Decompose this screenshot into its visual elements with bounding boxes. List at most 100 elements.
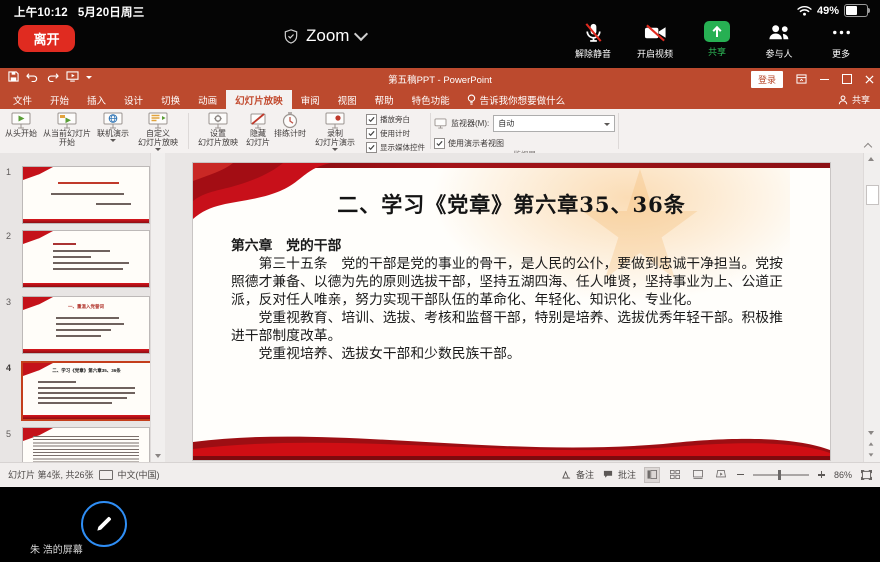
slide-thumbnail-panel: 1 2 3 一、重温入党誓词 4 xyxy=(0,153,166,462)
share-screen-button[interactable]: 共享 xyxy=(686,21,748,58)
redo-icon[interactable] xyxy=(46,71,59,82)
tab-help[interactable]: 帮助 xyxy=(366,90,403,109)
reading-view-button[interactable] xyxy=(691,468,705,482)
tab-file[interactable]: 文件 xyxy=(4,90,41,109)
record-slideshow-button[interactable]: 录制 幻灯片演示 xyxy=(308,111,362,152)
wifi-icon xyxy=(797,5,812,16)
comments-button[interactable]: 批注 xyxy=(603,468,636,481)
checkbox-checked-icon xyxy=(366,142,377,153)
tab-design[interactable]: 设计 xyxy=(115,90,152,109)
custom-slideshow-button[interactable]: 自定义 幻灯片放映 xyxy=(131,111,185,152)
pencil-icon xyxy=(94,514,114,534)
ribbon-share-button[interactable]: 共享 xyxy=(838,90,880,109)
collapse-ribbon-icon[interactable] xyxy=(864,141,872,149)
tab-animations[interactable]: 动画 xyxy=(189,90,226,109)
zoom-in-button[interactable] xyxy=(818,471,825,478)
next-slide-button[interactable] xyxy=(865,450,876,460)
slideshow-view-button[interactable] xyxy=(714,468,728,482)
slide-thumbnail-1[interactable] xyxy=(22,166,150,224)
maximize-button[interactable] xyxy=(842,74,852,84)
ribbon-display-options-icon[interactable] xyxy=(796,74,807,84)
dropdown-arrow-icon xyxy=(110,139,116,142)
slide-thumbnail-4-selected[interactable]: 二、学习《党章》第六章35、36条 xyxy=(21,361,152,421)
zoom-percent[interactable]: 86% xyxy=(834,470,852,480)
status-time-date: 上午10:125月20日周三 xyxy=(14,4,144,20)
minimize-button[interactable] xyxy=(820,79,829,80)
slide-paragraph: 党重视教育、培训、选拔、考核和监督干部，特别是培养、选拔优秀年轻干部。积极推进干… xyxy=(231,309,794,345)
shared-screen-label: 朱 浩的屏幕 xyxy=(30,541,83,556)
tab-review[interactable]: 审阅 xyxy=(292,90,329,109)
from-beginning-icon xyxy=(11,112,31,129)
hide-slide-button[interactable]: 隐藏 幻灯片 xyxy=(244,111,272,148)
date-text: 5月20日周三 xyxy=(78,7,145,19)
ribbon-tab-row: 文件 开始 插入 设计 切换 动画 幻灯片放映 审阅 视图 帮助 特色功能 告诉… xyxy=(0,90,880,109)
thumbnail-scrollbar[interactable] xyxy=(150,153,165,462)
tab-transitions[interactable]: 切换 xyxy=(152,90,189,109)
use-timings-checkbox[interactable]: 使用计时 xyxy=(366,128,425,139)
slide-paragraph: 党重视培养、选拔女干部和少数民族干部。 xyxy=(231,345,794,363)
qat-dropdown-icon[interactable] xyxy=(86,76,92,79)
language-label[interactable]: 中文(中国) xyxy=(118,468,160,481)
thumb-title: 二、学习《党章》第六章35、36条 xyxy=(29,367,143,373)
system-status: 49% xyxy=(797,4,868,17)
red-wave-decoration xyxy=(193,422,830,460)
zoom-slider[interactable] xyxy=(753,474,809,476)
muted-mic-icon xyxy=(582,21,605,44)
signin-button[interactable]: 登录 xyxy=(751,71,783,88)
zoom-slider-thumb[interactable] xyxy=(778,470,781,480)
meeting-title[interactable]: Zoom xyxy=(283,26,366,46)
show-media-controls-checkbox[interactable]: 显示媒体控件 xyxy=(366,142,425,153)
save-icon[interactable] xyxy=(8,71,19,82)
zoom-out-button[interactable] xyxy=(737,474,744,476)
from-beginning-button[interactable]: 从头开始 xyxy=(3,111,39,139)
previous-slide-button[interactable] xyxy=(865,439,876,449)
participants-button[interactable]: 参与人 xyxy=(748,21,810,60)
tell-me-box[interactable]: 告诉我你想要做什么 xyxy=(459,90,574,109)
annotation-pencil-button[interactable] xyxy=(81,501,127,547)
scrollbar-thumb[interactable] xyxy=(866,185,879,205)
start-slideshow-icon[interactable] xyxy=(66,71,79,82)
present-online-button[interactable]: 联机演示 xyxy=(95,111,131,143)
more-button[interactable]: 更多 xyxy=(810,21,872,60)
use-presenter-view-checkbox[interactable]: 使用演示者视图 xyxy=(434,138,504,149)
tab-home[interactable]: 开始 xyxy=(41,90,78,109)
tab-special-features[interactable]: 特色功能 xyxy=(403,90,459,109)
present-online-icon xyxy=(103,112,123,129)
dropdown-arrow-icon xyxy=(604,123,610,126)
thumb-title: 一、重温入党誓词 xyxy=(29,303,142,309)
vertical-scrollbar[interactable] xyxy=(863,153,880,462)
slide-thumbnail-2[interactable] xyxy=(22,230,150,288)
thumb-number: 5 xyxy=(6,429,11,439)
slide-body-text[interactable]: 第六章 党的干部 第三十五条 党的干部是党的事业的骨干，是人民的公仆，要做到忠诚… xyxy=(231,237,794,363)
tab-slideshow[interactable]: 幻灯片放映 xyxy=(226,90,292,109)
undo-icon[interactable] xyxy=(26,71,39,82)
monitor-label: 监视器(M): xyxy=(451,118,489,129)
slide-thumbnail-5[interactable] xyxy=(22,427,150,462)
rehearse-timings-icon xyxy=(281,112,299,129)
current-slide[interactable]: 二、学习《党章》第六章35、36条 第六章 党的干部 第三十五条 党的干部是党的… xyxy=(193,163,830,460)
slide-thumbnail-3[interactable]: 一、重温入党誓词 xyxy=(22,296,150,354)
notes-button[interactable]: 备注 xyxy=(562,468,594,481)
tell-me-label: 告诉我你想要做什么 xyxy=(480,93,566,107)
start-video-button[interactable]: 开启视频 xyxy=(624,21,686,60)
play-narrations-checkbox[interactable]: 播放旁白 xyxy=(366,114,425,125)
unmute-button[interactable]: 解除静音 xyxy=(562,21,624,60)
normal-view-button[interactable] xyxy=(645,468,659,482)
scroll-down-button[interactable] xyxy=(865,428,876,438)
slide-editor-canvas: 二、学习《党章》第六章35、36条 第六章 党的干部 第三十五条 党的干部是党的… xyxy=(165,153,864,462)
scroll-up-button[interactable] xyxy=(865,154,876,164)
leave-meeting-button[interactable]: 离开 xyxy=(18,25,75,52)
scroll-down-button[interactable] xyxy=(152,451,163,461)
group-start-slideshow: 从头开始 从当前幻灯片 开始 联机演示 xyxy=(0,109,188,153)
close-button[interactable] xyxy=(865,75,874,84)
fit-to-window-icon[interactable] xyxy=(861,470,872,480)
setup-slideshow-button[interactable]: 设置 幻灯片放映 xyxy=(192,111,244,148)
tab-insert[interactable]: 插入 xyxy=(78,90,115,109)
slide-sorter-view-button[interactable] xyxy=(668,468,682,482)
from-current-slide-button[interactable]: 从当前幻灯片 开始 xyxy=(39,111,95,148)
tab-view[interactable]: 视图 xyxy=(329,90,366,109)
quick-access-toolbar xyxy=(8,71,92,82)
rehearse-timings-button[interactable]: 排练计时 xyxy=(272,111,308,139)
slide-title[interactable]: 二、学习《党章》第六章35、36条 xyxy=(193,189,830,219)
monitor-select[interactable]: 自动 xyxy=(493,115,615,132)
